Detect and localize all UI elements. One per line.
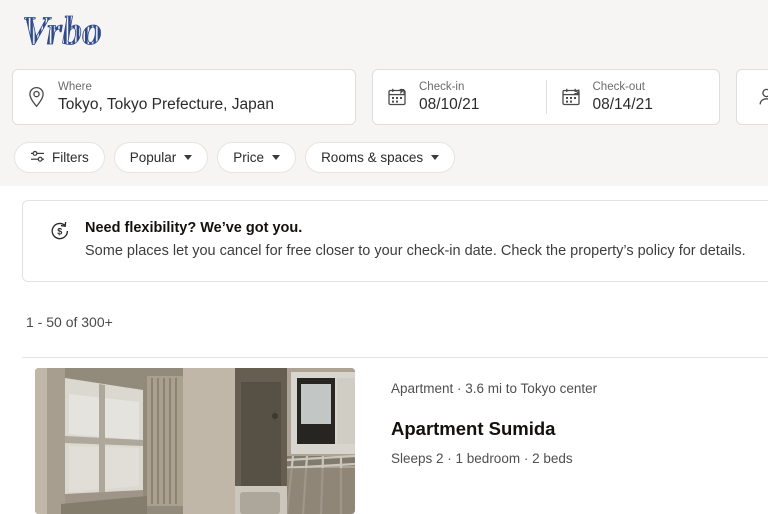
svg-text:Vrbo: Vrbo [22, 10, 102, 53]
dates-field-group: Check-in 08/10/21 Check-out 08/14/21 [372, 69, 720, 125]
checkin-value: 08/10/21 [419, 96, 480, 113]
chevron-down-icon [184, 155, 193, 160]
location-pin-icon [27, 86, 46, 108]
filters-chip[interactable]: Filters [14, 142, 105, 173]
listing-details: Sleeps 2 · 1 bedroom · 2 beds [391, 450, 573, 466]
guests-person-icon [757, 86, 768, 108]
results-count: 1 - 50 of 300+ [26, 314, 113, 330]
popular-chip-label: Popular [129, 150, 177, 165]
guests-field[interactable] [736, 69, 768, 125]
checkout-field[interactable]: Check-out 08/14/21 [545, 79, 720, 115]
results-divider [22, 357, 768, 358]
rooms-spaces-chip-label: Rooms & spaces [321, 150, 424, 165]
listing-photo[interactable] [35, 368, 355, 514]
flexibility-banner: $ Need flexibility? We’ve got you. Some … [22, 200, 768, 282]
money-back-refund-icon: $ [49, 220, 71, 247]
site-header: Vrbo Vrbo Where Tokyo, Tokyo Prefecture,… [0, 0, 768, 186]
banner-title: Need flexibility? We’ve got you. [85, 220, 303, 236]
vrbo-logo[interactable]: Vrbo Vrbo [22, 10, 152, 54]
search-bar: Where Tokyo, Tokyo Prefecture, Japan Che… [12, 69, 768, 125]
listing-info: Apartment · 3.6 mi to Tokyo center Apart… [391, 368, 597, 469]
price-chip[interactable]: Price [217, 142, 297, 173]
chevron-down-icon [272, 155, 281, 160]
checkout-value: 08/14/21 [592, 96, 653, 113]
listing-title[interactable]: Apartment Sumida [391, 417, 597, 441]
svg-text:$: $ [57, 227, 62, 237]
where-field[interactable]: Where Tokyo, Tokyo Prefecture, Japan [12, 69, 356, 125]
where-value: Tokyo, Tokyo Prefecture, Japan [58, 96, 274, 113]
listing-card[interactable]: Apartment · 3.6 mi to Tokyo center Apart… [35, 368, 597, 514]
listing-meta: Apartment · 3.6 mi to Tokyo center [391, 381, 598, 396]
price-chip-label: Price [233, 150, 265, 165]
calendar-arrow-in-icon [387, 87, 407, 107]
calendar-arrow-out-icon [561, 87, 581, 107]
banner-body: Some places let you cancel for free clos… [85, 242, 746, 259]
checkout-label: Check-out [592, 80, 645, 93]
filters-chip-label: Filters [52, 150, 89, 165]
where-label: Where [58, 80, 92, 93]
checkin-label: Check-in [419, 80, 465, 93]
sliders-icon [30, 150, 45, 166]
filter-chips: Filters Popular Price Rooms & spaces [14, 142, 456, 173]
rooms-spaces-chip[interactable]: Rooms & spaces [305, 142, 456, 173]
chevron-down-icon [431, 155, 440, 160]
popular-chip[interactable]: Popular [113, 142, 209, 173]
checkin-field[interactable]: Check-in 08/10/21 [373, 80, 546, 115]
vrbo-logo-icon: Vrbo Vrbo [22, 10, 102, 53]
apartment-interior-photo [35, 368, 355, 514]
